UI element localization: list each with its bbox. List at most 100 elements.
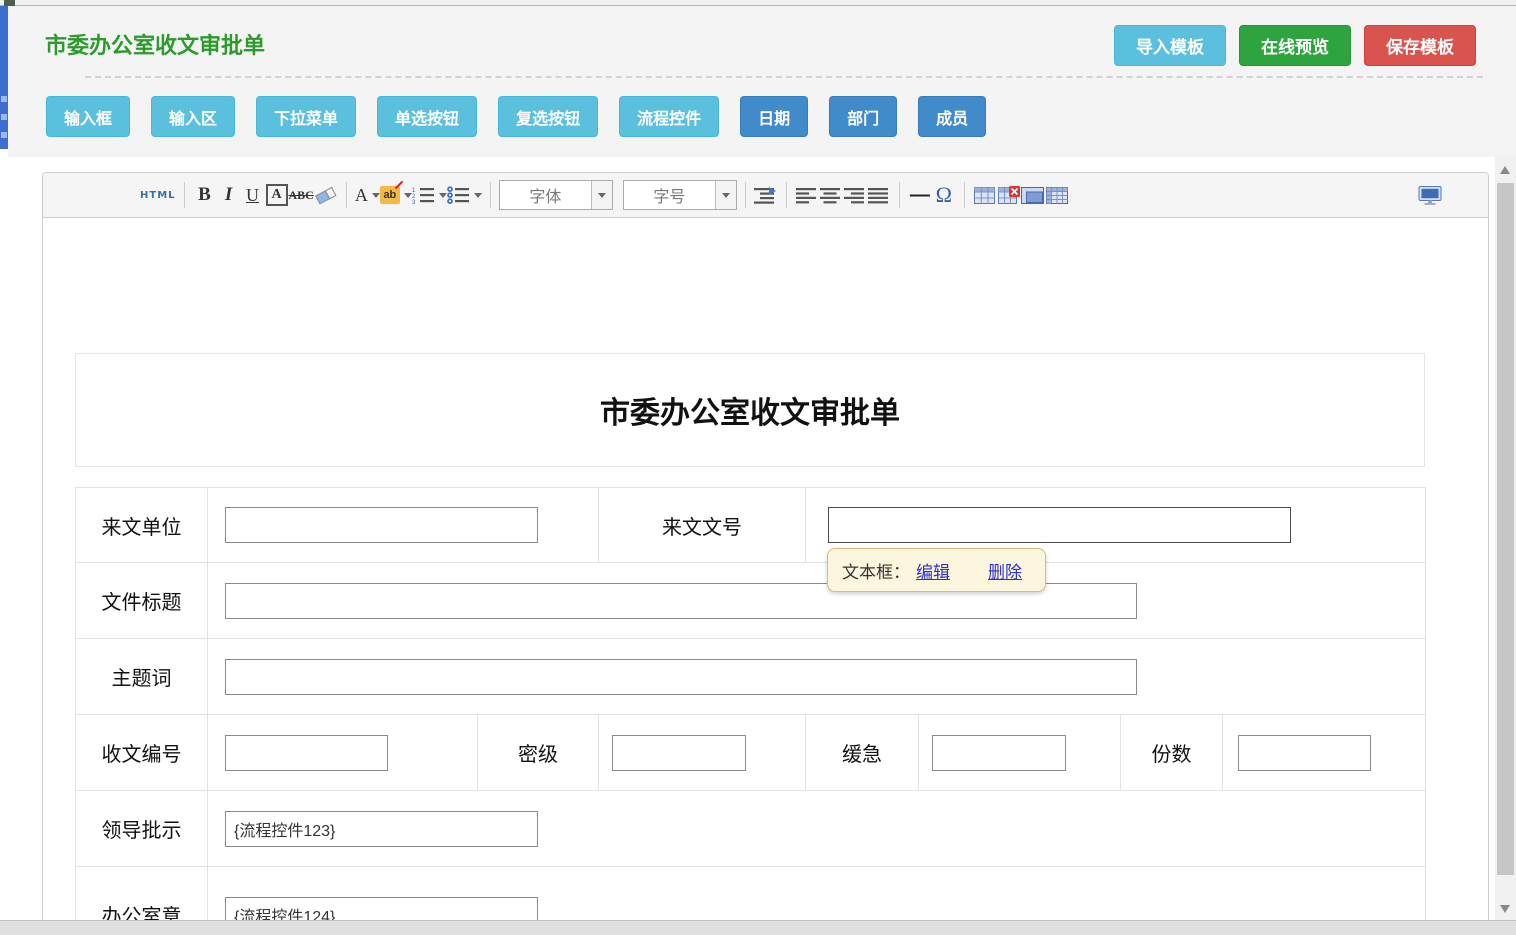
toolbar-separator [899, 182, 900, 208]
leader-comments-label: 领导批示 [76, 791, 208, 867]
page-title: 市委办公室收文审批单 [45, 28, 265, 60]
table-row: 来文单位 来文文号 [76, 488, 1426, 563]
edge-mark-icon [1, 114, 7, 120]
align-right-button[interactable] [843, 180, 867, 210]
textbox-context-tooltip: 文本框： 编辑 删除 [827, 548, 1046, 592]
unordered-list-icon [447, 186, 470, 204]
online-preview-button[interactable]: 在线预览 [1239, 25, 1351, 66]
remove-format-button[interactable] [314, 180, 338, 210]
monitor-icon [1418, 186, 1442, 205]
background-color-button[interactable]: A [265, 180, 289, 210]
receipt-number-label: 收文编号 [76, 715, 208, 791]
font-family-select[interactable]: 字体 [499, 180, 613, 210]
delete-table-button[interactable] [997, 180, 1021, 210]
font-color-button[interactable]: A [355, 180, 380, 210]
widget-checkbox-button[interactable]: 复选按钮 [498, 96, 598, 137]
highlight-ab-icon: ab [380, 186, 400, 204]
delete-link[interactable]: 删除 [988, 558, 1022, 583]
scroll-up-arrow-icon[interactable] [1500, 166, 1510, 174]
widget-flow-control-button[interactable]: 流程控件 [619, 96, 719, 137]
insert-table-button[interactable] [973, 180, 997, 210]
fullscreen-button[interactable] [1418, 180, 1442, 210]
font-family-value: 字体 [500, 183, 591, 207]
widget-input-box-button[interactable]: 输入框 [46, 96, 130, 137]
editor-toolbar: HTML B I U A ABC A ab 1 2 [43, 173, 1488, 218]
bottom-scroll-strip[interactable] [0, 920, 1516, 935]
caret-down-icon [598, 193, 606, 198]
font-size-select[interactable]: 字号 [623, 180, 737, 210]
strikethrough-button[interactable]: ABC [289, 180, 314, 210]
unordered-list-button[interactable] [447, 180, 482, 210]
caret-down-icon [474, 193, 482, 198]
vertical-scrollbar[interactable] [1495, 157, 1516, 935]
urgency-label: 缓急 [806, 715, 919, 791]
save-template-button[interactable]: 保存模板 [1364, 25, 1476, 66]
ordered-list-icon: 1 2 3 [412, 186, 435, 204]
import-template-button[interactable]: 导入模板 [1114, 25, 1226, 66]
align-right-icon [844, 187, 866, 204]
app-window: 市委办公室收文审批单 导入模板 在线预览 保存模板 输入框 输入区 下拉菜单 单… [0, 0, 1516, 935]
horizontal-rule-button[interactable]: — [908, 180, 932, 210]
incoming-unit-label: 来文单位 [76, 488, 208, 563]
copies-label: 份数 [1121, 715, 1223, 791]
form-title: 市委办公室收文审批单 [600, 388, 900, 432]
select-arrow[interactable] [715, 181, 736, 209]
subject-words-label: 主题词 [76, 639, 208, 715]
secrecy-input[interactable] [612, 735, 746, 771]
align-justify-icon [868, 187, 890, 204]
leader-comments-input[interactable] [225, 811, 538, 847]
secrecy-label: 密级 [478, 715, 599, 791]
font-size-value: 字号 [624, 183, 715, 207]
italic-button[interactable]: I [217, 180, 241, 210]
toolbar-separator [490, 182, 491, 208]
edge-mark-icon [1, 132, 7, 138]
subject-words-input[interactable] [225, 659, 1137, 695]
select-arrow[interactable] [591, 181, 612, 209]
incoming-unit-input[interactable] [225, 507, 538, 543]
special-character-button[interactable]: Ω [932, 180, 956, 210]
align-justify-button[interactable] [867, 180, 891, 210]
ordered-list-button[interactable]: 1 2 3 [412, 180, 447, 210]
table-properties-button[interactable] [1021, 180, 1045, 210]
urgency-input[interactable] [932, 735, 1066, 771]
table-icon [974, 187, 995, 204]
incoming-number-input[interactable] [828, 507, 1291, 543]
align-left-button[interactable] [795, 180, 819, 210]
indent-button[interactable] [754, 180, 778, 210]
highlight-color-button[interactable]: ab [380, 180, 412, 210]
svg-text:3: 3 [412, 200, 416, 204]
cell-properties-icon [1046, 187, 1068, 204]
table-row: 文件标题 [76, 563, 1426, 639]
page-header: 市委办公室收文审批单 导入模板 在线预览 保存模板 输入框 输入区 下拉菜单 单… [8, 6, 1516, 157]
cell-properties-button[interactable] [1045, 180, 1069, 210]
edit-link[interactable]: 编辑 [916, 558, 950, 583]
header-actions: 导入模板 在线预览 保存模板 [1114, 25, 1476, 66]
form-title-box: 市委办公室收文审批单 [75, 353, 1425, 467]
align-center-button[interactable] [819, 180, 843, 210]
tooltip-label: 文本框： [842, 558, 910, 583]
toolbar-separator [745, 182, 746, 208]
html-source-button[interactable]: HTML [140, 180, 176, 210]
widget-date-button[interactable]: 日期 [740, 96, 808, 137]
table-properties-icon [1021, 187, 1044, 204]
widget-department-button[interactable]: 部门 [829, 96, 897, 137]
scrollbar-thumb[interactable] [1497, 183, 1514, 875]
toolbar-separator [346, 182, 347, 208]
background-window-edge [0, 6, 8, 149]
caret-down-icon [404, 193, 412, 198]
receipt-number-input[interactable] [225, 735, 388, 771]
bold-button[interactable]: B [193, 180, 217, 210]
scroll-down-arrow-icon[interactable] [1500, 905, 1510, 913]
form-table: 来文单位 来文文号 文件标题 主题词 收文编号 密级 缓急 份数 领导批示 [75, 487, 1426, 935]
underline-button[interactable]: U [241, 180, 265, 210]
table-delete-icon [998, 186, 1020, 204]
widget-textarea-button[interactable]: 输入区 [151, 96, 235, 137]
widget-radio-button[interactable]: 单选按钮 [377, 96, 477, 137]
caret-down-icon [439, 193, 447, 198]
header-divider [85, 76, 1483, 78]
copies-input[interactable] [1238, 735, 1371, 771]
table-row: 收文编号 密级 缓急 份数 [76, 715, 1426, 791]
widget-dropdown-button[interactable]: 下拉菜单 [256, 96, 356, 137]
indent-icon [754, 187, 777, 204]
widget-member-button[interactable]: 成员 [918, 96, 986, 137]
